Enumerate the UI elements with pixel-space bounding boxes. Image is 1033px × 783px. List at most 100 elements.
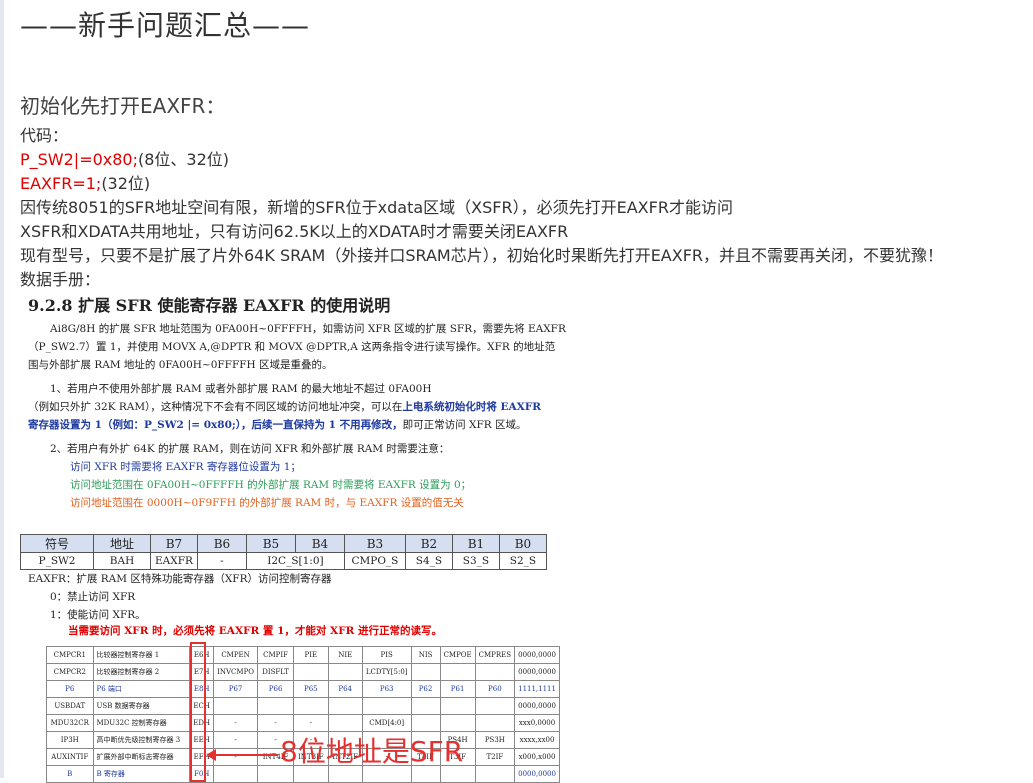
sfr-table-cell: B [46,765,94,783]
manual-p1c: 围与外部扩展 RAM 地址的 0FA00H~0FFFFH 区域是重叠的。 [28,359,333,371]
code-psw2-note: (8位、32位) [138,150,230,169]
sfr-table-cell: xxx0,0000 [514,714,560,732]
sfr-table-cell: P6 [46,680,94,698]
sfr-table-row: CMPCR2 比较器控制寄存器 2 E7H INVCMPO DISFLT LCDTY[5:… [46,663,560,681]
address-column-highlight [190,642,206,782]
sfr-table-cell [257,697,295,715]
sfr-table-cell: 比较器控制寄存器 2 [92,663,191,681]
sfr-table-cell [439,663,476,681]
sfr-table-cell [439,697,476,715]
sfr-table-cell: PIE [293,646,329,664]
sfr-table-cell: CMPEN [213,646,259,664]
sfr-table-cell: LCDTY[5:0] [361,663,412,681]
sfr-table-cell: - [213,714,259,732]
eaxfr-value-0: 0：禁止访问 XFR [50,591,136,603]
manual-p1b: （P_SW2.7）置 1，并使用 MOVX A,@DPTR 和 MOVX @DP… [28,341,556,353]
reg-header-cell: 符号 [20,534,94,553]
sfr-table-cell: 0000,0000 [514,646,560,664]
reg-header-cell: B0 [498,534,547,553]
sfr-table-cell [361,697,412,715]
manual-p3d: 访问地址范围在 0000H~0F9FFH 的外部扩展 RAM 时，与 EAXFR… [70,497,464,509]
sfr-table-cell: 比较器控制寄存器 1 [92,646,191,664]
sfr-table-cell: CMPCR2 [46,663,94,681]
reg-cell: - [196,552,247,570]
sfr-table-cell: CMPCR1 [46,646,94,664]
code-psw2: P_SW2|=0x80; [20,150,138,169]
reg-header-cell: B4 [294,534,345,553]
reg-cell: P_SW2 [20,552,94,570]
reg-header-cell: B3 [343,534,406,553]
sfr-table-cell [474,714,516,732]
reg-header-cell: B7 [150,534,198,553]
sfr-table-cell: P66 [257,680,295,698]
sfr-table-cell: MDU32CR [46,714,94,732]
manual-p3b: 访问 XFR 时需要将 EAXFR 寄存器位设置为 1； [70,461,301,473]
manual-p3a: 2、若用户有外扩 64K 的扩展 RAM，则在访问 XFR 和外部扩展 RAM … [50,443,450,455]
eaxfr-description: EAXFR：扩展 RAM 区特殊功能寄存器（XFR）访问控制寄存器 [28,573,332,585]
manual-p2c-highlight: 寄存器设置为 1（例如：P_SW2 |= 0x80;），后续一直保持为 1 不用… [28,419,403,431]
sfr-table-cell: T2IF [474,748,516,766]
sfr-table-cell: PIS [361,646,412,664]
manual-p2b: （例如只外扩 32K RAM），这种情况下不会有不同区域的访问地址冲突，可以在上… [28,398,541,416]
sfr-table-row: P6 P6 端口 E8H P67 P66 P65 P64 P63 P62 P61 P60 1111,1… [46,680,560,698]
annotation-arrow-head [206,749,216,761]
sfr-table-cell: CMPRES [474,646,516,664]
sfr-table-cell [439,714,476,732]
sfr-table-cell: P6 端口 [92,680,191,698]
section-heading: 初始化先打开EAXFR： [20,94,226,118]
sfr-table-cell [293,697,329,715]
sfr-table-cell: CMD[4:0] [361,714,412,732]
sfr-table-cell [213,765,259,783]
sfr-table-cell: 0000,0000 [514,765,560,783]
manual-p1a: Ai8G/8H 的扩展 SFR 地址范围为 0FA00H~0FFFFH，如需访问… [50,323,566,335]
sfr-table-cell: 0000,0000 [514,663,560,681]
sfr-table-cell: PS3H [474,731,516,749]
p-sw2-register-table: 符号 地址 B7 B6 B5 B4 B3 B2 B1 B0 P_SW2 BAH … [20,534,547,570]
annotation-text: 8位地址是SFR [280,735,464,768]
code-line-2: EAXFR=1;(32位) [20,170,150,194]
sfr-table-cell: AUXINTIF [46,748,94,766]
paragraph-1: 因传统8051的SFR地址空间有限，新增的SFR位于xdata区域（XSFR），… [20,198,733,217]
code-eaxfr: EAXFR=1; [20,174,102,193]
sfr-table-cell: 0000,0000 [514,697,560,715]
sfr-table-cell: - [213,731,259,749]
manual-p2a: 1、若用户不使用外部扩展 RAM 或者外部扩展 RAM 的最大地址不超过 0FA… [50,383,432,395]
sfr-table-cell: - [213,748,259,766]
sfr-table-cell: - [257,714,295,732]
sfr-table-cell: P63 [361,680,412,698]
reg-header-cell: 地址 [93,534,151,553]
sfr-table-cell: 扩展外部中断标志寄存器 [92,748,191,766]
sfr-table-cell: P62 [410,680,441,698]
sfr-table-row: MDU32CR MDU32C 控制寄存器 EDH - - - CMD[4:0] xxx0,00… [46,714,560,732]
reg-cell: EAXFR [150,552,198,570]
sfr-table-cell [474,663,516,681]
sfr-table-cell [327,714,363,732]
manual-p2c: 寄存器设置为 1（例如：P_SW2 |= 0x80;），后续一直保持为 1 不用… [28,416,526,434]
sfr-table-cell: P67 [213,680,259,698]
sfr-table-cell [410,697,441,715]
sfr-table-cell: CMPIF [257,646,295,664]
reg-cell: S4_S [404,552,453,570]
sfr-table-cell [410,663,441,681]
sfr-table-cell: NIS [410,646,441,664]
reg-header-cell: B6 [196,534,247,553]
manual-heading: 9.2.8 扩展 SFR 使能寄存器 EAXFR 的使用说明 [28,296,391,315]
sfr-table-cell: xxxx,xx00 [514,731,560,749]
sfr-table-cell [213,697,259,715]
reg-header-cell: B1 [451,534,500,553]
annotation-arrow-line [208,754,278,756]
reg-cell: S3_S [451,552,500,570]
sfr-table-cell: MDU32C 控制寄存器 [92,714,191,732]
sfr-table-cell [410,714,441,732]
sfr-table-cell: P60 [474,680,516,698]
code-label: 代码： [20,126,69,145]
reg-cell: BAH [93,552,151,570]
manual-p2b-highlight: 上电系统初始化时将 EAXFR [402,401,542,413]
reg-header-cell: B2 [404,534,453,553]
sfr-table-cell: INVCMPO [213,663,259,681]
manual-label: 数据手册： [20,270,101,289]
sfr-table-cell: P65 [293,680,329,698]
sfr-table-row: CMPCR1 比较器控制寄存器 1 E6H CMPEN CMPIF PIE NIE PIS NI… [46,646,560,664]
sfr-table-cell [327,697,363,715]
sfr-table-cell [293,663,329,681]
